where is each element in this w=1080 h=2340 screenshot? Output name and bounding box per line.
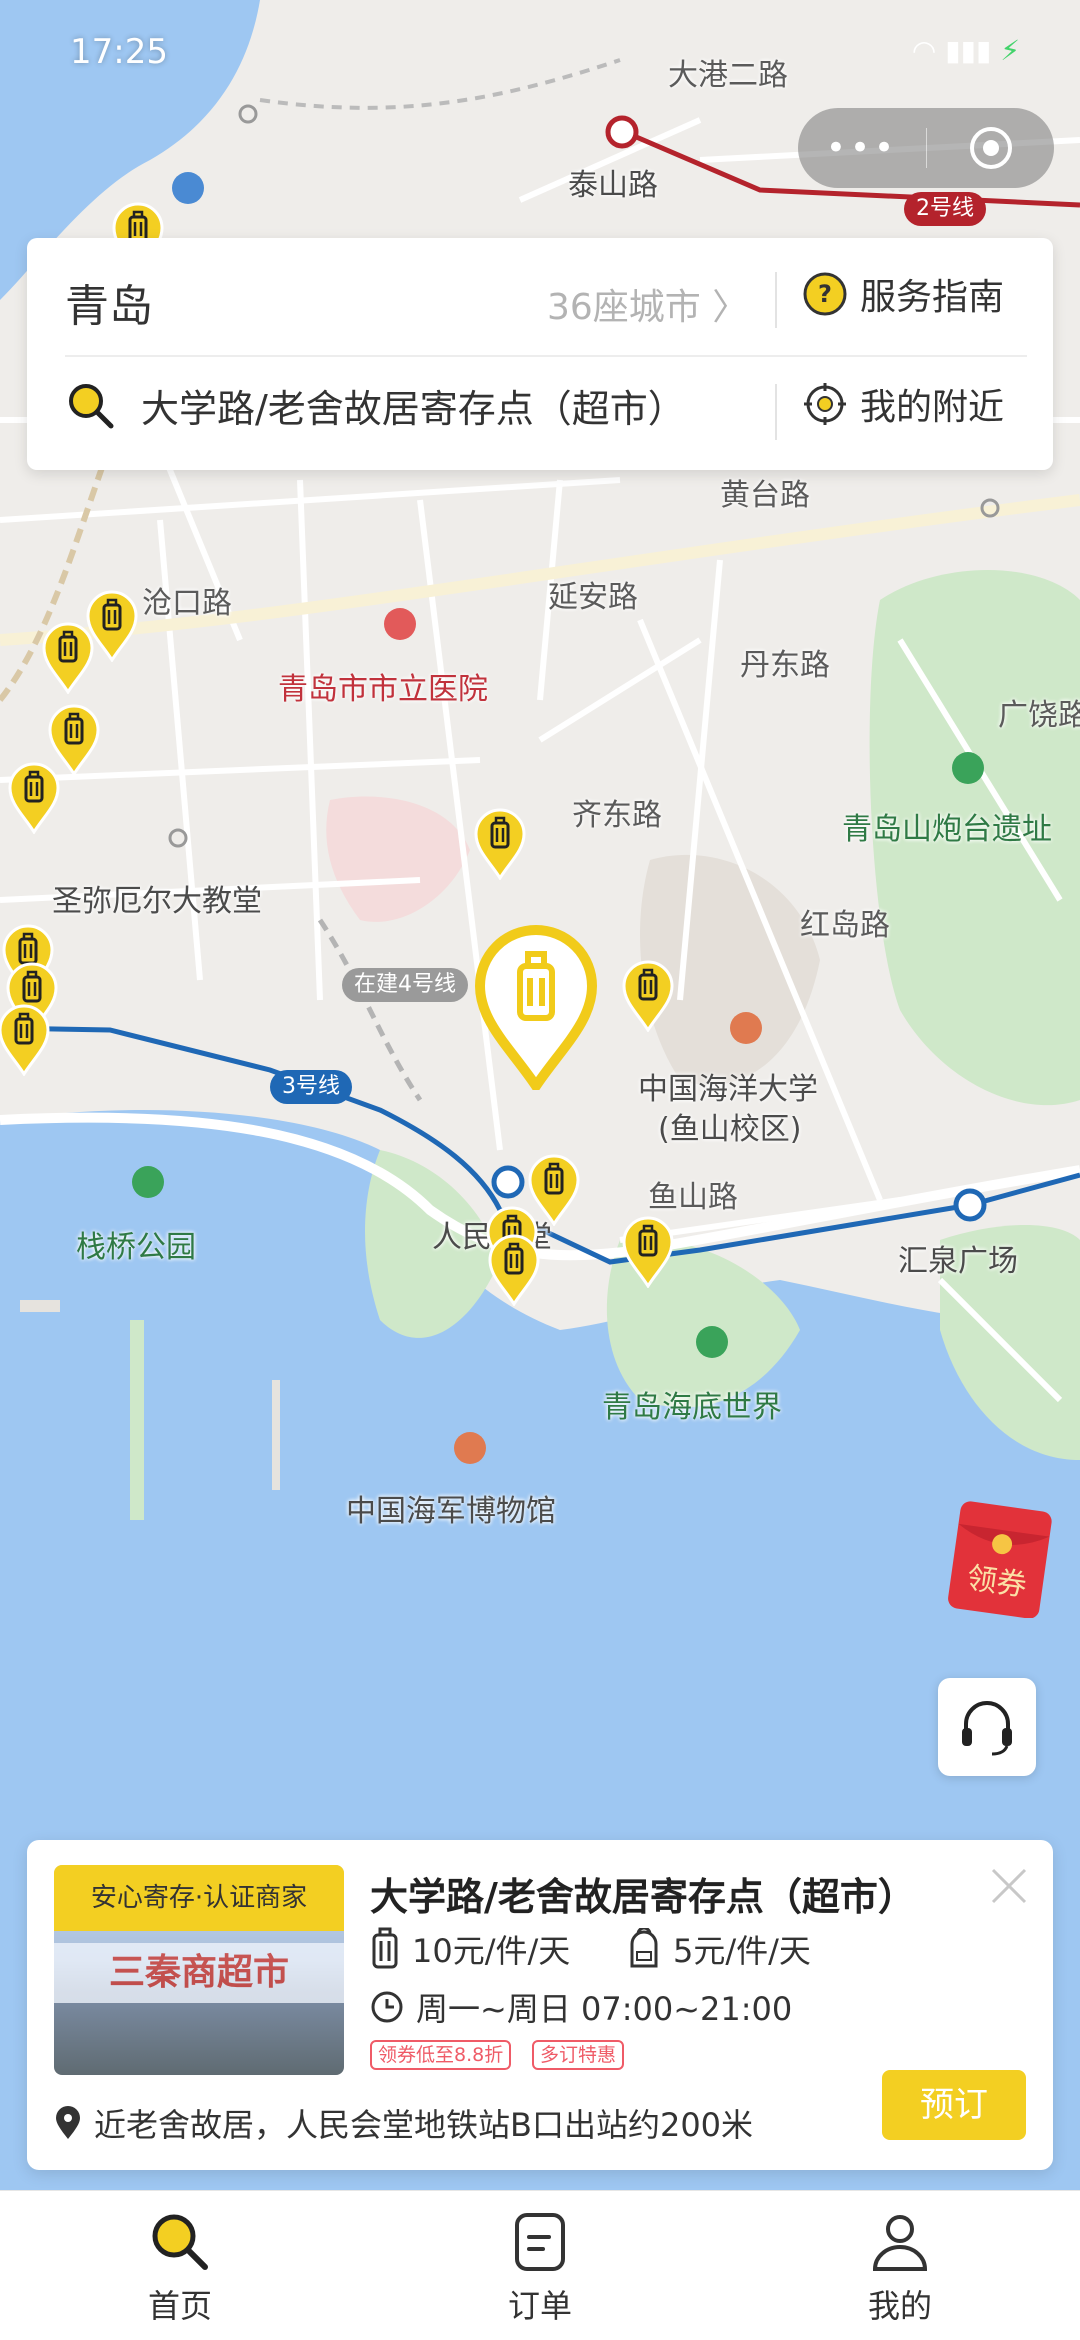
headset-icon (962, 1701, 1012, 1756)
store-card[interactable]: 安心寄存·认证商家 三秦商超市 大学路/老舍故居寄存点（超市） 10元/件/天 … (27, 1840, 1053, 2170)
metro-line-tag: 在建4号线 (342, 968, 468, 1002)
luggage-pin-icon (474, 808, 526, 881)
store-pin[interactable] (6, 760, 62, 835)
store-pin[interactable] (486, 1232, 542, 1307)
metro-line-tag: 2号线 (904, 192, 986, 226)
map-label: 中国海军博物馆 (346, 1494, 556, 1529)
map-label: 汇泉广场 (898, 1244, 1018, 1279)
status-time: 17:25 (70, 32, 168, 72)
luggage-pin-icon (8, 762, 60, 835)
exit-miniprogram-button[interactable] (927, 124, 1054, 172)
battery-charging-icon: ⚡ (1000, 34, 1020, 67)
order-list-icon (515, 2213, 565, 2271)
tab-home-label: 首页 (147, 2287, 212, 2325)
luggage-pin-icon (622, 960, 674, 1033)
map-label: 齐东路 (572, 798, 662, 833)
svg-text:?: ? (818, 280, 832, 308)
city-count-link[interactable]: 36座城市 〉 (547, 278, 748, 330)
wifi-icon: ◠ (911, 34, 937, 67)
coupon-button[interactable]: 领券 (944, 1500, 1056, 1619)
search-icon (69, 383, 114, 428)
close-icon[interactable] (987, 1864, 1031, 1908)
search-text: 大学路/老舍故居寄存点（超市） (141, 387, 686, 431)
luggage-pin-icon (488, 1234, 540, 1307)
store-pin[interactable] (620, 1214, 676, 1289)
map-label: 中国海洋大学 (638, 1072, 818, 1107)
locate-icon (804, 383, 846, 425)
luggage-pin-icon (622, 1216, 674, 1289)
book-button[interactable]: 预订 (882, 2070, 1026, 2140)
map-label: 黄台路 (720, 478, 810, 513)
store-address: 近老舍故居，人民会堂地铁站B口出站约200米 (54, 2100, 753, 2146)
backpack-icon (630, 1928, 658, 1968)
map-label: 延安路 (548, 580, 638, 615)
metro-line-tag: 3号线 (270, 1070, 352, 1104)
status-bar: 17:25 ◠ ▮▮▮ ⚡ (0, 0, 1080, 100)
tab-profile[interactable]: 我的 (720, 2191, 1080, 2340)
city-name[interactable]: 青岛 (65, 270, 153, 334)
map-label: (鱼山校区) (658, 1112, 802, 1147)
store-pin[interactable] (0, 1002, 52, 1077)
suitcase-icon (372, 1927, 398, 1969)
bag-price: 5元/件/天 (627, 1926, 811, 1972)
map-label: 青岛海底世界 (602, 1390, 782, 1425)
luggage-pin-icon (0, 1004, 50, 1077)
search-card: 青岛 36座城市 〉 ? 服务指南 大学路/老舍故居寄存点（超市） 我的附近 (27, 238, 1053, 470)
divider (775, 272, 777, 328)
map-label: 青岛山炮台遗址 (842, 812, 1052, 847)
business-hours-text: 周一~周日 07:00~21:00 (416, 1990, 793, 2028)
red-envelope-icon: 领券 (948, 1501, 1052, 1619)
signal-icon: ▮▮▮ (945, 34, 992, 67)
map-label: 泰山路 (568, 168, 658, 203)
promo-tag-coupon: 领券低至8.8折 (370, 2040, 512, 2070)
my-nearby-label: 我的附近 (860, 387, 1005, 428)
store-pin[interactable] (40, 620, 96, 695)
more-menu-button[interactable]: ••• (798, 128, 926, 168)
map-label: 青岛市市立医院 (278, 672, 488, 707)
tab-profile-label: 我的 (867, 2287, 932, 2325)
business-hours: 周一~周日 07:00~21:00 (370, 1984, 792, 2030)
promo-tag-multi: 多订特惠 (532, 2040, 625, 2070)
map-label: 丹东路 (740, 648, 830, 683)
bag-price-text: 5元/件/天 (673, 1932, 811, 1970)
store-name: 大学路/老舍故居寄存点（超市） (370, 1875, 916, 1919)
tab-bar: 首页 订单 我的 (0, 2190, 1080, 2340)
search-icon (152, 2214, 208, 2270)
map-label: 广饶路 (998, 698, 1080, 733)
store-photo: 安心寄存·认证商家 三秦商超市 (54, 1865, 344, 2075)
status-icons: ◠ ▮▮▮ ⚡ (912, 34, 1020, 67)
tab-orders[interactable]: 订单 (360, 2191, 720, 2340)
customer-service-button[interactable] (938, 1678, 1036, 1776)
miniprogram-capsule: ••• (798, 108, 1054, 188)
map-label: 沧口路 (142, 586, 232, 621)
target-circle-icon (969, 127, 1012, 169)
store-pin[interactable] (472, 806, 528, 881)
divider (775, 384, 777, 440)
certified-badge: 安心寄存·认证商家 (54, 1865, 344, 1931)
map-label: 红岛路 (800, 908, 890, 943)
help-icon: ? (803, 272, 847, 316)
my-nearby-button[interactable]: 我的附近 (802, 378, 1004, 430)
luggage-price-text: 10元/件/天 (412, 1932, 571, 1970)
map-label: 圣弥厄尔大教堂 (52, 884, 262, 919)
store-address-text: 近老舍故居，人民会堂地铁站B口出站约200米 (94, 2106, 754, 2144)
store-photo-sign: 三秦商超市 (54, 1943, 344, 2003)
search-card-divider (65, 355, 1027, 357)
tab-orders-label: 订单 (507, 2287, 572, 2325)
location-pin-icon (56, 2106, 80, 2139)
service-guide-button[interactable]: ? 服务指南 (802, 268, 1004, 320)
user-icon (872, 2215, 928, 2271)
map-label: 鱼山路 (648, 1180, 738, 1215)
selected-store-pin[interactable] (472, 922, 600, 1096)
luggage-price: 10元/件/天 (370, 1926, 570, 1972)
service-guide-label: 服务指南 (860, 277, 1005, 318)
tab-home[interactable]: 首页 (0, 2191, 360, 2340)
map-label: 栈桥公园 (76, 1230, 196, 1265)
search-field[interactable]: 大学路/老舍故居寄存点（超市） (65, 378, 686, 433)
store-pin[interactable] (620, 958, 676, 1033)
clock-icon (371, 1991, 403, 2023)
luggage-pin-icon (42, 622, 94, 695)
